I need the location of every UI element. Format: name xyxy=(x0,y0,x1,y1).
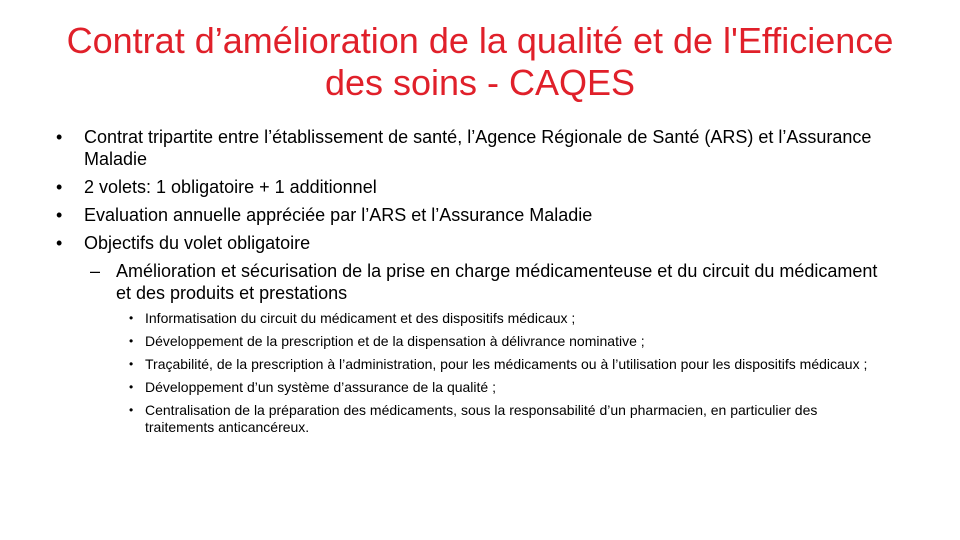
slide-body: • Contrat tripartite entre l’établisseme… xyxy=(54,126,884,442)
sub-bullet-text: Amélioration et sécurisation de la prise… xyxy=(116,261,878,303)
bullet-item: • Contrat tripartite entre l’établisseme… xyxy=(54,126,884,170)
sub-bullet-item: – Amélioration et sécurisation de la pri… xyxy=(54,260,884,304)
dash-marker: – xyxy=(90,261,101,281)
bullet-marker: • xyxy=(56,127,63,147)
bullet-marker: • xyxy=(129,403,134,417)
sub-sub-bullet-text: Traçabilité, de la prescription à l’admi… xyxy=(145,356,868,372)
bullet-marker: • xyxy=(56,205,63,225)
bullet-marker: • xyxy=(129,380,134,394)
sub-sub-bullet-item: • Développement d’un système d’assurance… xyxy=(54,379,884,396)
sub-sub-bullet-text: Développement d’un système d’assurance d… xyxy=(145,379,496,395)
slide-title: Contrat d’amélioration de la qualité et … xyxy=(40,20,920,104)
bullet-marker: • xyxy=(129,357,134,371)
bullet-item: • Objectifs du volet obligatoire xyxy=(54,232,884,254)
sub-sub-bullet-item: • Traçabilité, de la prescription à l’ad… xyxy=(54,356,884,373)
bullet-text: Evaluation annuelle appréciée par l’ARS … xyxy=(84,205,593,225)
bullet-marker: • xyxy=(56,177,63,197)
bullet-item: • 2 volets: 1 obligatoire + 1 additionne… xyxy=(54,176,884,198)
sub-sub-bullet-text: Développement de la prescription et de l… xyxy=(145,333,645,349)
bullet-text: Objectifs du volet obligatoire xyxy=(84,233,311,253)
bullet-marker: • xyxy=(129,311,134,325)
sub-sub-bullet-item: • Développement de la prescription et de… xyxy=(54,333,884,350)
bullet-text: Contrat tripartite entre l’établissement… xyxy=(84,127,872,169)
sub-sub-bullet-item: • Informatisation du circuit du médicame… xyxy=(54,310,884,327)
sub-sub-bullet-item: • Centralisation de la préparation des m… xyxy=(54,402,884,436)
bullet-text: 2 volets: 1 obligatoire + 1 additionnel xyxy=(84,177,377,197)
sub-sub-bullet-text: Centralisation de la préparation des méd… xyxy=(145,402,818,435)
bullet-item: • Evaluation annuelle appréciée par l’AR… xyxy=(54,204,884,226)
slide-title-line-2: des soins - CAQES xyxy=(324,62,636,103)
bullet-marker: • xyxy=(129,334,134,348)
slide-title-line-1: Contrat d’amélioration de la qualité et … xyxy=(66,20,894,61)
bullet-marker: • xyxy=(56,233,63,253)
sub-sub-bullet-text: Informatisation du circuit du médicament… xyxy=(145,310,576,326)
